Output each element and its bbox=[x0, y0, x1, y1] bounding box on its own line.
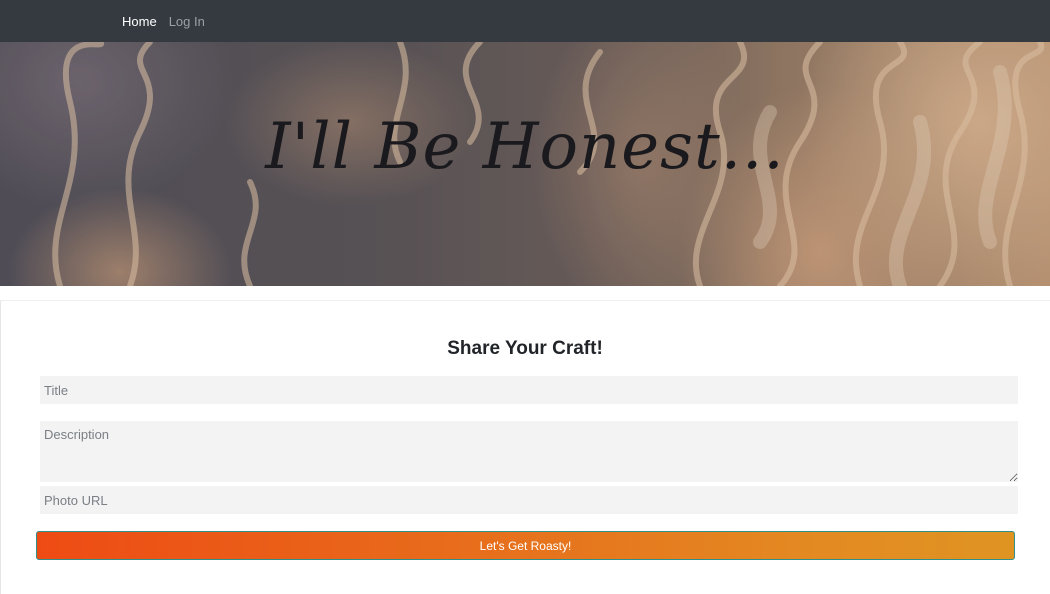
title-input[interactable] bbox=[40, 376, 1018, 404]
hero-banner: I'll Be Honest... bbox=[0, 42, 1050, 286]
nav-home-link[interactable]: Home bbox=[122, 14, 157, 29]
nav-links: Home Log In bbox=[122, 0, 205, 42]
navbar: Home Log In bbox=[0, 0, 1050, 42]
nav-login-link[interactable]: Log In bbox=[169, 14, 205, 29]
submit-button[interactable]: Let's Get Roasty! bbox=[36, 531, 1015, 560]
photo-url-input[interactable] bbox=[40, 486, 1018, 514]
description-textarea[interactable] bbox=[40, 421, 1018, 482]
form-heading: Share Your Craft! bbox=[447, 338, 603, 359]
hero-title: I'll Be Honest... bbox=[265, 110, 785, 184]
